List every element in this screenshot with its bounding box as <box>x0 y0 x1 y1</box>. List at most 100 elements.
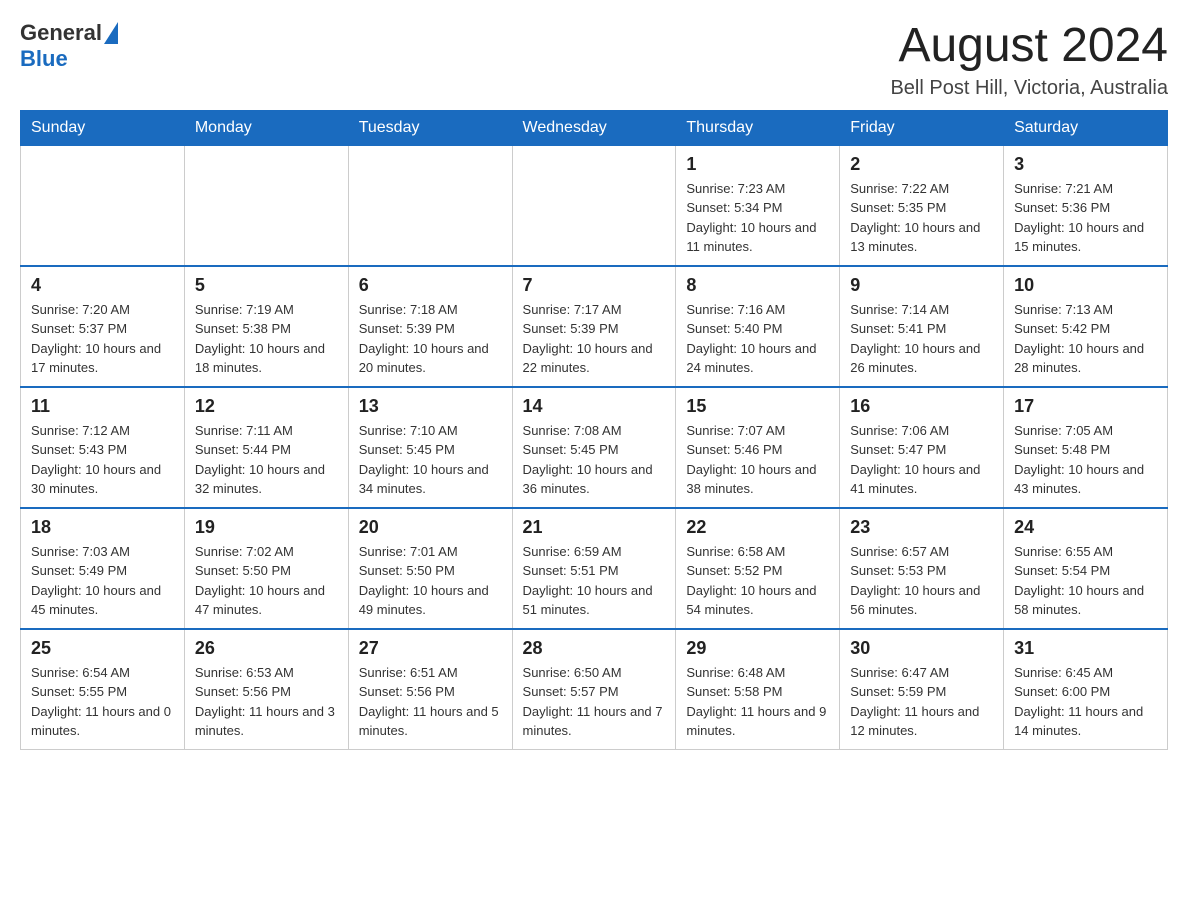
day-info: Sunrise: 7:07 AMSunset: 5:46 PMDaylight:… <box>686 423 816 497</box>
day-info: Sunrise: 6:55 AMSunset: 5:54 PMDaylight:… <box>1014 544 1144 618</box>
location-subtitle: Bell Post Hill, Victoria, Australia <box>890 77 1168 100</box>
table-row: 5 Sunrise: 7:19 AMSunset: 5:38 PMDayligh… <box>184 266 348 387</box>
day-info: Sunrise: 7:08 AMSunset: 5:45 PMDaylight:… <box>523 423 653 497</box>
day-info: Sunrise: 7:21 AMSunset: 5:36 PMDaylight:… <box>1014 181 1144 255</box>
day-number: 20 <box>359 517 502 538</box>
day-info: Sunrise: 7:05 AMSunset: 5:48 PMDaylight:… <box>1014 423 1144 497</box>
table-row: 1 Sunrise: 7:23 AMSunset: 5:34 PMDayligh… <box>676 145 840 266</box>
day-info: Sunrise: 7:22 AMSunset: 5:35 PMDaylight:… <box>850 181 980 255</box>
day-number: 10 <box>1014 275 1157 296</box>
col-friday: Friday <box>840 110 1004 145</box>
day-number: 16 <box>850 396 993 417</box>
table-row: 31 Sunrise: 6:45 AMSunset: 6:00 PMDaylig… <box>1004 629 1168 750</box>
day-number: 1 <box>686 154 829 175</box>
table-row <box>21 145 185 266</box>
table-row: 10 Sunrise: 7:13 AMSunset: 5:42 PMDaylig… <box>1004 266 1168 387</box>
table-row: 9 Sunrise: 7:14 AMSunset: 5:41 PMDayligh… <box>840 266 1004 387</box>
day-info: Sunrise: 6:59 AMSunset: 5:51 PMDaylight:… <box>523 544 653 618</box>
table-row: 17 Sunrise: 7:05 AMSunset: 5:48 PMDaylig… <box>1004 387 1168 508</box>
table-row: 12 Sunrise: 7:11 AMSunset: 5:44 PMDaylig… <box>184 387 348 508</box>
day-number: 15 <box>686 396 829 417</box>
day-number: 25 <box>31 638 174 659</box>
day-info: Sunrise: 7:12 AMSunset: 5:43 PMDaylight:… <box>31 423 161 497</box>
calendar-week-row: 1 Sunrise: 7:23 AMSunset: 5:34 PMDayligh… <box>21 145 1168 266</box>
day-number: 6 <box>359 275 502 296</box>
day-number: 30 <box>850 638 993 659</box>
day-number: 18 <box>31 517 174 538</box>
table-row: 8 Sunrise: 7:16 AMSunset: 5:40 PMDayligh… <box>676 266 840 387</box>
logo: General Blue <box>20 20 118 72</box>
table-row: 13 Sunrise: 7:10 AMSunset: 5:45 PMDaylig… <box>348 387 512 508</box>
day-info: Sunrise: 7:10 AMSunset: 5:45 PMDaylight:… <box>359 423 489 497</box>
day-number: 26 <box>195 638 338 659</box>
day-info: Sunrise: 6:57 AMSunset: 5:53 PMDaylight:… <box>850 544 980 618</box>
day-info: Sunrise: 7:23 AMSunset: 5:34 PMDaylight:… <box>686 181 816 255</box>
table-row <box>348 145 512 266</box>
calendar-week-row: 25 Sunrise: 6:54 AMSunset: 5:55 PMDaylig… <box>21 629 1168 750</box>
day-info: Sunrise: 6:50 AMSunset: 5:57 PMDaylight:… <box>523 665 663 739</box>
col-saturday: Saturday <box>1004 110 1168 145</box>
col-wednesday: Wednesday <box>512 110 676 145</box>
day-info: Sunrise: 6:53 AMSunset: 5:56 PMDaylight:… <box>195 665 335 739</box>
table-row: 24 Sunrise: 6:55 AMSunset: 5:54 PMDaylig… <box>1004 508 1168 629</box>
table-row <box>184 145 348 266</box>
day-number: 31 <box>1014 638 1157 659</box>
month-title: August 2024 <box>890 20 1168 73</box>
day-number: 28 <box>523 638 666 659</box>
header-row: Sunday Monday Tuesday Wednesday Thursday… <box>21 110 1168 145</box>
table-row <box>512 145 676 266</box>
table-row: 29 Sunrise: 6:48 AMSunset: 5:58 PMDaylig… <box>676 629 840 750</box>
day-info: Sunrise: 6:54 AMSunset: 5:55 PMDaylight:… <box>31 665 171 739</box>
day-number: 19 <box>195 517 338 538</box>
table-row: 4 Sunrise: 7:20 AMSunset: 5:37 PMDayligh… <box>21 266 185 387</box>
day-info: Sunrise: 7:16 AMSunset: 5:40 PMDaylight:… <box>686 302 816 376</box>
day-info: Sunrise: 7:01 AMSunset: 5:50 PMDaylight:… <box>359 544 489 618</box>
day-info: Sunrise: 7:11 AMSunset: 5:44 PMDaylight:… <box>195 423 325 497</box>
table-row: 6 Sunrise: 7:18 AMSunset: 5:39 PMDayligh… <box>348 266 512 387</box>
col-monday: Monday <box>184 110 348 145</box>
day-info: Sunrise: 6:51 AMSunset: 5:56 PMDaylight:… <box>359 665 499 739</box>
day-number: 14 <box>523 396 666 417</box>
table-row: 11 Sunrise: 7:12 AMSunset: 5:43 PMDaylig… <box>21 387 185 508</box>
day-info: Sunrise: 6:48 AMSunset: 5:58 PMDaylight:… <box>686 665 826 739</box>
logo-triangle-icon <box>104 22 118 44</box>
day-info: Sunrise: 7:03 AMSunset: 5:49 PMDaylight:… <box>31 544 161 618</box>
col-thursday: Thursday <box>676 110 840 145</box>
day-number: 11 <box>31 396 174 417</box>
table-row: 18 Sunrise: 7:03 AMSunset: 5:49 PMDaylig… <box>21 508 185 629</box>
day-number: 22 <box>686 517 829 538</box>
day-number: 2 <box>850 154 993 175</box>
day-number: 7 <box>523 275 666 296</box>
day-info: Sunrise: 6:47 AMSunset: 5:59 PMDaylight:… <box>850 665 979 739</box>
table-row: 2 Sunrise: 7:22 AMSunset: 5:35 PMDayligh… <box>840 145 1004 266</box>
table-row: 25 Sunrise: 6:54 AMSunset: 5:55 PMDaylig… <box>21 629 185 750</box>
table-row: 19 Sunrise: 7:02 AMSunset: 5:50 PMDaylig… <box>184 508 348 629</box>
calendar-week-row: 4 Sunrise: 7:20 AMSunset: 5:37 PMDayligh… <box>21 266 1168 387</box>
day-number: 17 <box>1014 396 1157 417</box>
day-number: 29 <box>686 638 829 659</box>
day-info: Sunrise: 7:06 AMSunset: 5:47 PMDaylight:… <box>850 423 980 497</box>
day-info: Sunrise: 7:02 AMSunset: 5:50 PMDaylight:… <box>195 544 325 618</box>
table-row: 15 Sunrise: 7:07 AMSunset: 5:46 PMDaylig… <box>676 387 840 508</box>
table-row: 30 Sunrise: 6:47 AMSunset: 5:59 PMDaylig… <box>840 629 1004 750</box>
col-tuesday: Tuesday <box>348 110 512 145</box>
day-number: 24 <box>1014 517 1157 538</box>
day-number: 12 <box>195 396 338 417</box>
table-row: 22 Sunrise: 6:58 AMSunset: 5:52 PMDaylig… <box>676 508 840 629</box>
calendar-table: Sunday Monday Tuesday Wednesday Thursday… <box>20 110 1168 750</box>
table-row: 3 Sunrise: 7:21 AMSunset: 5:36 PMDayligh… <box>1004 145 1168 266</box>
logo-blue-text: Blue <box>20 46 68 72</box>
day-info: Sunrise: 6:58 AMSunset: 5:52 PMDaylight:… <box>686 544 816 618</box>
logo-general-text: General <box>20 20 102 46</box>
table-row: 26 Sunrise: 6:53 AMSunset: 5:56 PMDaylig… <box>184 629 348 750</box>
day-number: 4 <box>31 275 174 296</box>
calendar-week-row: 18 Sunrise: 7:03 AMSunset: 5:49 PMDaylig… <box>21 508 1168 629</box>
table-row: 23 Sunrise: 6:57 AMSunset: 5:53 PMDaylig… <box>840 508 1004 629</box>
table-row: 27 Sunrise: 6:51 AMSunset: 5:56 PMDaylig… <box>348 629 512 750</box>
day-info: Sunrise: 7:20 AMSunset: 5:37 PMDaylight:… <box>31 302 161 376</box>
day-info: Sunrise: 7:14 AMSunset: 5:41 PMDaylight:… <box>850 302 980 376</box>
day-number: 27 <box>359 638 502 659</box>
table-row: 14 Sunrise: 7:08 AMSunset: 5:45 PMDaylig… <box>512 387 676 508</box>
day-number: 13 <box>359 396 502 417</box>
day-info: Sunrise: 7:17 AMSunset: 5:39 PMDaylight:… <box>523 302 653 376</box>
